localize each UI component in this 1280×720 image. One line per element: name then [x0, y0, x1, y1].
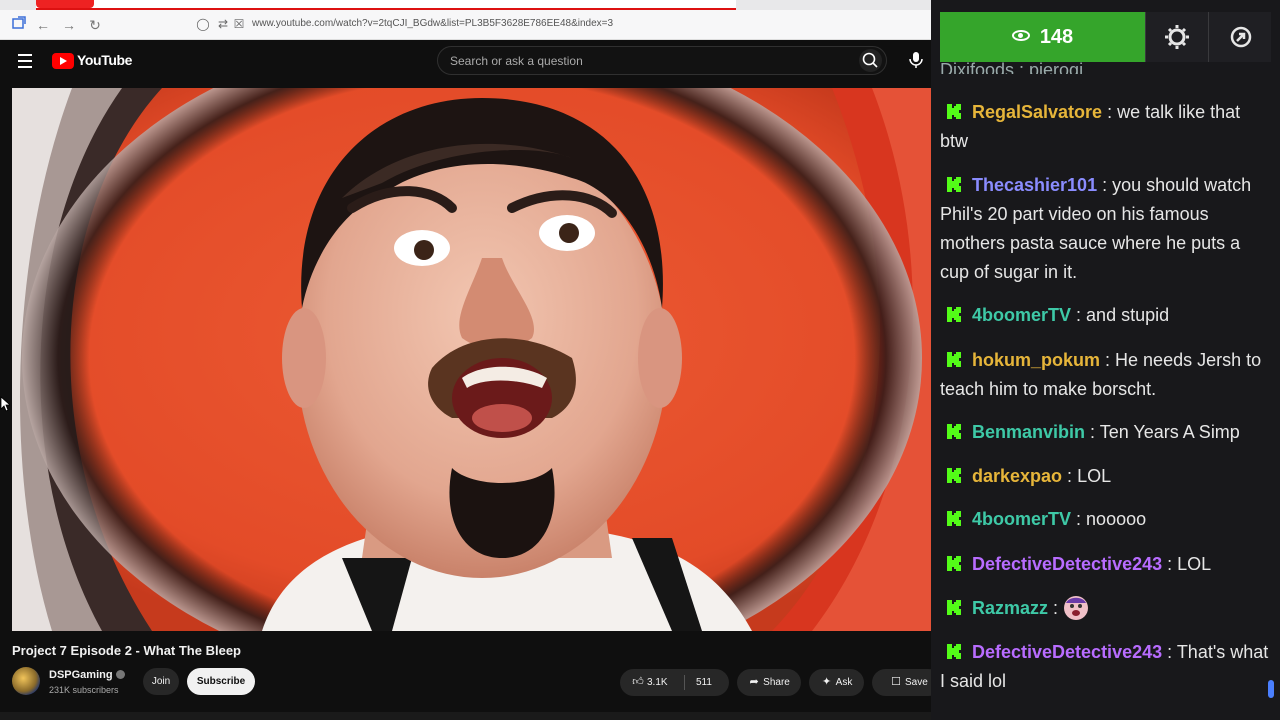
browser-toolbar: ← → ↻ ◯ ⇄ ☒ www.youtube.com/watch?v=2tqC… [0, 0, 931, 40]
join-button[interactable]: Join [143, 668, 179, 695]
video-frame [12, 88, 931, 631]
tab-strip [0, 0, 931, 10]
sidebar-toggle-icon[interactable] [10, 16, 28, 34]
address-bar[interactable]: ◯ ⇄ ☒ www.youtube.com/watch?v=2tqCJI_BGd… [190, 14, 925, 36]
chat-message: Razmazz : [940, 594, 1270, 623]
settings-button[interactable] [1145, 12, 1208, 62]
bookmark-icon: ☐ [891, 676, 901, 688]
search-placeholder: Search or ask a question [450, 54, 583, 68]
thumbs-up-icon: 👍︎ [632, 676, 644, 688]
sparkle-icon: ✦ [822, 676, 832, 688]
chat-message-partial: Dixifoods : pierogi [940, 56, 1270, 74]
ask-button[interactable]: ✦ Ask [809, 669, 864, 696]
subscribe-button[interactable]: Subscribe [187, 668, 255, 695]
chat-toolbar: 148 [940, 12, 1274, 62]
search-input[interactable]: Search or ask a question [437, 46, 887, 75]
shield-icon[interactable]: ◯ [196, 17, 210, 31]
channel-name-link[interactable]: DSPGaming [49, 669, 125, 681]
chat-text: and stupid [1086, 305, 1170, 325]
chat-username[interactable]: 4boomerTV [972, 305, 1071, 325]
share-label: Share [763, 677, 790, 688]
kick-badge-icon [947, 307, 961, 322]
chat-username[interactable]: Thecashier101 [972, 175, 1097, 195]
kick-badge-icon [947, 468, 961, 483]
divider [684, 675, 685, 690]
kick-badge-icon [947, 600, 961, 615]
viewer-count-badge: 148 [940, 12, 1145, 62]
youtube-tab-favicon [36, 0, 94, 8]
chat-message: Benmanvibin : Ten Years A Simp [940, 418, 1270, 447]
back-icon[interactable]: ← [34, 16, 52, 34]
share-icon: ➦ [749, 676, 759, 688]
compass-icon [1230, 26, 1252, 48]
channel-avatar[interactable] [12, 667, 40, 695]
kick-badge-icon [947, 424, 961, 439]
kick-badge-icon [947, 104, 961, 119]
viewer-count: 148 [1039, 26, 1074, 48]
permissions-icon[interactable]: ⇄ [216, 17, 230, 31]
chat-message: RegalSalvatore : we talk like that btw [940, 102, 1241, 151]
chat-username[interactable]: hokum_pokum [972, 350, 1100, 370]
bottom-border [0, 712, 931, 720]
mouse-cursor-icon [0, 396, 10, 412]
chat-text: LOL [1077, 466, 1112, 486]
chat-panel: 148 Dixifoods : pierogi RegalSalvatore :… [931, 0, 1280, 720]
url-text[interactable]: www.youtube.com/watch?v=2tqCJI_BGdw&list… [252, 18, 613, 29]
screen: ← → ↻ ◯ ⇄ ☒ www.youtube.com/watch?v=2tqC… [0, 0, 1280, 720]
chat-username[interactable]: 4boomerTV [972, 509, 1071, 529]
youtube-header: YouTube Search or ask a question [0, 40, 931, 88]
chat-message: DefectiveDetective243 : LOL [940, 550, 1270, 579]
menu-icon[interactable] [18, 54, 34, 68]
youtube-play-icon [52, 53, 74, 69]
ask-label: Ask [835, 677, 853, 688]
verified-icon [115, 670, 125, 679]
kick-badge-icon [947, 177, 961, 192]
save-label: Save [905, 677, 928, 688]
partial-message-text: Dixifoods : pierogi [940, 60, 1084, 74]
chat-message: 4boomerTV : and stupid [940, 301, 1270, 330]
chat-scrollbar[interactable] [1268, 680, 1274, 698]
kick-badge-icon [947, 556, 961, 571]
chat-username[interactable]: Razmazz [972, 598, 1048, 618]
chat-text: Ten Years A Simp [1099, 422, 1240, 442]
active-tab[interactable] [36, 0, 736, 10]
chat-username[interactable]: Benmanvibin [972, 422, 1085, 442]
chat-message: DefectiveDetective243 : That's what I sa… [940, 642, 1269, 691]
chat-message: Thecashier101 : you should watch Phil's … [940, 175, 1252, 282]
kick-badge-icon [947, 644, 961, 659]
like-comment-group: 👍︎ 3.1K 511 [620, 669, 729, 696]
chat-text: LOL [1177, 554, 1212, 574]
chat-username[interactable]: darkexpao [972, 466, 1062, 486]
like-count: 3.1K [647, 677, 668, 688]
popout-button[interactable] [1208, 12, 1271, 62]
like-button[interactable]: 👍︎ 3.1K [632, 669, 668, 696]
eye-icon [1011, 30, 1030, 41]
subscriber-count: 231K subscribers [49, 685, 119, 695]
mic-button[interactable] [905, 49, 927, 71]
chat-username[interactable]: RegalSalvatore [972, 102, 1102, 122]
chat-username[interactable]: DefectiveDetective243 [972, 642, 1162, 662]
search-icon [862, 52, 878, 68]
chat-text: nooooo [1086, 509, 1147, 529]
video-title: Project 7 Episode 2 - What The Bleep [12, 643, 241, 658]
chat-message: 4boomerTV : nooooo [940, 505, 1270, 534]
youtube-wordmark: YouTube [77, 52, 133, 68]
share-button[interactable]: ➦ Share [737, 669, 801, 696]
search-button[interactable] [859, 49, 882, 72]
reload-icon[interactable]: ↻ [86, 16, 104, 34]
kick-badge-icon [947, 511, 961, 526]
microphone-icon [909, 52, 923, 68]
comment-count[interactable]: 511 [696, 669, 712, 696]
gear-icon [1165, 25, 1189, 49]
kick-badge-icon [947, 352, 961, 367]
chat-message: darkexpao : LOL [940, 462, 1270, 491]
video-player[interactable] [12, 88, 931, 631]
channel-name[interactable]: DSPGaming [49, 669, 113, 681]
blocked-icon[interactable]: ☒ [232, 17, 246, 31]
forward-icon[interactable]: → [60, 16, 78, 34]
emote-icon [1064, 596, 1089, 620]
chat-message: hokum_pokum : He needs Jersh to teach hi… [940, 350, 1262, 399]
chat-username[interactable]: DefectiveDetective243 [972, 554, 1162, 574]
